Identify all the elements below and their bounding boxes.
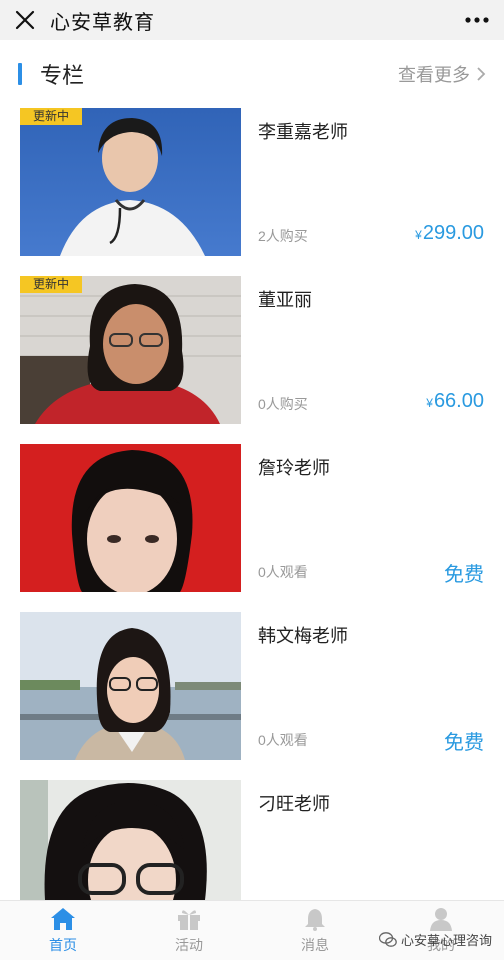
gift-icon — [178, 910, 200, 930]
teacher-photo — [20, 444, 241, 592]
tab-label: 活动 — [175, 937, 203, 953]
tab-activity[interactable]: 活动 — [126, 901, 252, 960]
column-item[interactable]: 韩文梅老师 0人观看 免费 — [0, 612, 504, 780]
user-icon — [430, 908, 452, 931]
tab-label: 消息 — [301, 937, 329, 953]
column-item[interactable]: 詹玲老师 0人观看 免费 — [0, 444, 504, 612]
bell-icon — [305, 909, 325, 931]
price-currency: ¥ — [415, 228, 422, 242]
teacher-photo — [20, 612, 241, 760]
column-item[interactable]: 更新中 董亚丽 0人购买 ¥ 66.00 — [0, 276, 504, 444]
title-bar: 心安草教育 — [0, 0, 504, 40]
watermark: 心安草心理咨询 — [378, 930, 492, 949]
more-button[interactable] — [464, 0, 490, 40]
view-count: 0人观看 — [258, 732, 308, 748]
price-free: 免费 — [444, 732, 484, 754]
home-icon — [51, 908, 75, 930]
teacher-name: 詹玲老师 — [258, 458, 330, 478]
teacher-name: 李重嘉老师 — [258, 122, 348, 142]
watermark-text: 心安草心理咨询 — [400, 933, 492, 948]
section-title: 专栏 — [40, 63, 85, 88]
tab-label: 首页 — [49, 937, 77, 953]
purchase-count: 2人购买 — [258, 228, 308, 244]
price-free: 免费 — [444, 564, 484, 586]
wechat-icon — [378, 931, 397, 947]
more-dots-icon — [465, 17, 489, 23]
price: ¥ 66.00 — [426, 390, 484, 413]
status-badge: 更新中 — [20, 108, 82, 125]
section-accent-bar — [18, 63, 22, 85]
purchase-count: 0人购买 — [258, 396, 308, 412]
column-item[interactable]: 更新中 李重嘉老师 2人购买 ¥ 299.00 — [0, 108, 504, 276]
teacher-photo — [20, 780, 241, 900]
section-header: 专栏 查看更多 — [0, 52, 504, 96]
column-item[interactable]: 刁旺老师 — [0, 780, 504, 900]
app-title: 心安草教育 — [50, 11, 155, 34]
chevron-right-icon — [477, 67, 486, 81]
close-icon — [15, 10, 35, 30]
price-amount: 66.00 — [433, 390, 484, 412]
tab-home[interactable]: 首页 — [0, 901, 126, 960]
teacher-name: 韩文梅老师 — [258, 626, 348, 646]
price-amount: 299.00 — [422, 222, 484, 244]
price: ¥ 299.00 — [415, 222, 484, 245]
view-count: 0人观看 — [258, 564, 308, 580]
teacher-photo — [20, 108, 241, 256]
view-more-label: 查看更多 — [398, 65, 470, 85]
tab-messages[interactable]: 消息 — [252, 901, 378, 960]
teacher-name: 董亚丽 — [258, 290, 312, 310]
view-more-link[interactable]: 查看更多 — [398, 61, 486, 87]
price-currency: ¥ — [426, 396, 433, 410]
close-button[interactable] — [0, 0, 50, 40]
teacher-name: 刁旺老师 — [258, 794, 330, 814]
status-badge: 更新中 — [20, 276, 82, 293]
teacher-photo — [20, 276, 241, 424]
